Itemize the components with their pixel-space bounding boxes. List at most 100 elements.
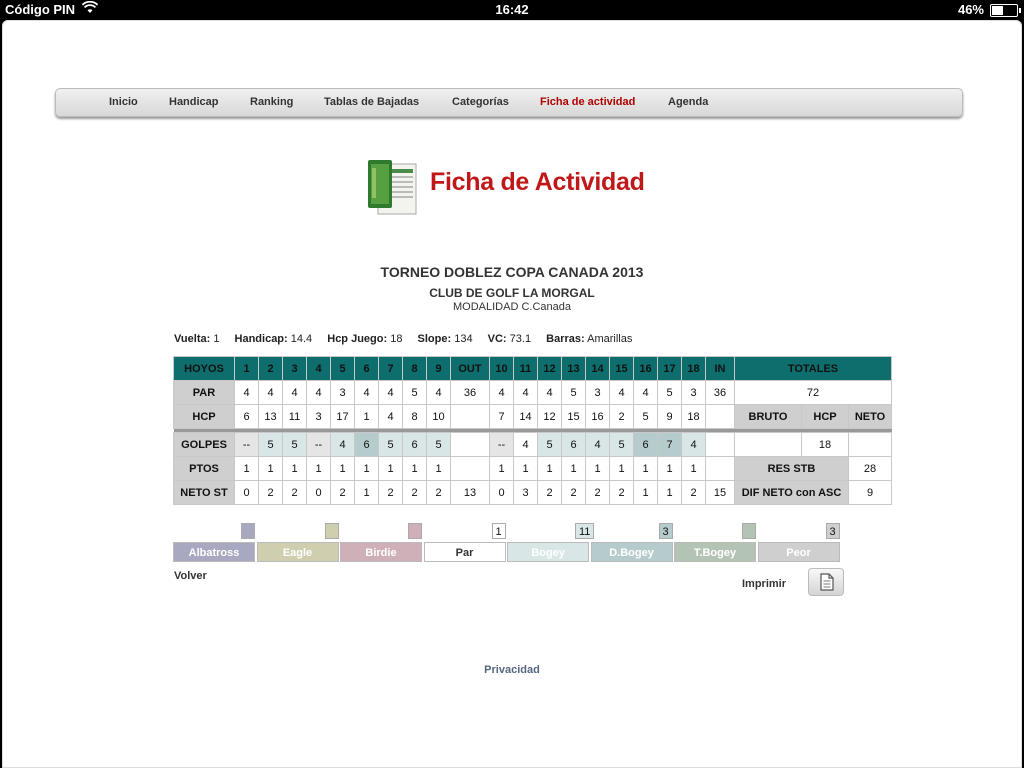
hcp-total-value: 18 [801, 432, 849, 457]
neto-cell: 2 [378, 480, 403, 505]
score-legend: Albatross Eagle Birdie Par 1 Bogey 11 D.Bogey 3 T… [173, 523, 841, 563]
par-cell: 3 [585, 380, 610, 405]
volver-link[interactable]: Volver [174, 570, 207, 582]
par-cell: 5 [657, 380, 682, 405]
golpes-cell: 6 [561, 432, 586, 457]
modalidad: MODALIDAD C.Canada [2, 301, 1022, 313]
legend-tbogey: T.Bogey [674, 542, 756, 562]
ptos-cell: 1 [585, 456, 610, 481]
hole-number: 18 [681, 356, 706, 381]
par-cell: 4 [306, 380, 331, 405]
nav-item-tablas-de-bajadas[interactable]: Tablas de Bajadas [324, 96, 419, 108]
golpes-cell: 6 [633, 432, 658, 457]
ptos-cell: 1 [306, 456, 331, 481]
golpes-cell: 4 [513, 432, 538, 457]
hcp-cell: 6 [234, 404, 259, 429]
hcp-total-label: HCP [801, 404, 849, 429]
bruto-label: BRUTO [734, 404, 802, 429]
nav-item-ficha-de-actividad[interactable]: Ficha de actividad [540, 96, 635, 108]
ptos-cell: 1 [609, 456, 634, 481]
nav-item-ranking[interactable]: Ranking [250, 96, 293, 108]
neto-cell: 1 [633, 480, 658, 505]
vc-label: VC: [487, 333, 507, 345]
scorecard-table: HOYOS 1 2 3 4 5 6 7 8 9 OUT 10 11 12 13 14 15 16 17 18 IN TOT… [173, 356, 892, 505]
hcp-juego-value: 18 [390, 333, 403, 345]
legend-count: 3 [825, 523, 840, 539]
golpes-cell: 5 [282, 432, 307, 457]
battery-icon [990, 4, 1021, 17]
neto-cell: 2 [282, 480, 307, 505]
hcp-cell: 11 [282, 404, 307, 429]
nav-item-inicio[interactable]: Inicio [109, 96, 138, 108]
par-cell: 4 [537, 380, 562, 405]
hcp-cell: 15 [561, 404, 586, 429]
neto-in: 15 [705, 480, 735, 505]
par-label: PAR [173, 380, 235, 405]
hcp-cell: 1 [354, 404, 379, 429]
neto-out: 13 [450, 480, 490, 505]
legend-bogey: Bogey [507, 542, 589, 562]
par-cell: 4 [258, 380, 283, 405]
ptos-out-empty [450, 456, 490, 481]
legend-peor: Peor [757, 542, 840, 562]
ptos-cell: 1 [681, 456, 706, 481]
neto-value [848, 432, 892, 457]
privacidad-link[interactable]: Privacidad [2, 664, 1022, 676]
res-stb-value: 28 [848, 456, 892, 481]
legend-count: 3 [658, 523, 673, 539]
legend-birdie: Birdie [340, 542, 422, 562]
legend-marker [742, 523, 756, 539]
golpes-label: GOLPES [173, 432, 235, 457]
nav-item-categorias[interactable]: Categorías [452, 96, 509, 108]
par-out: 36 [450, 380, 490, 405]
legend-marker [324, 523, 339, 539]
hcp-out-empty [450, 404, 490, 429]
hcp-cell: 14 [513, 404, 538, 429]
vc-value: 73.1 [509, 333, 532, 345]
ptos-cell: 1 [354, 456, 379, 481]
slope-value: 134 [454, 333, 473, 345]
handicap-value: 14.4 [290, 333, 313, 345]
hcp-cell: 17 [330, 404, 355, 429]
ptos-cell: 1 [234, 456, 259, 481]
hole-number: 15 [609, 356, 634, 381]
vuelta-label: Vuelta: [174, 333, 211, 345]
hcp-cell: 8 [402, 404, 427, 429]
hcp-cell: 16 [585, 404, 610, 429]
golpes-cell: 4 [681, 432, 706, 457]
totales-label: TOTALES [734, 356, 892, 381]
par-cell: 4 [234, 380, 259, 405]
par-cell: 4 [513, 380, 538, 405]
res-stb-label: RES STB [734, 456, 849, 481]
legend-eagle: Eagle [256, 542, 339, 562]
golpes-row: GOLPES -- 5 5 -- 4 6 5 6 5 -- 4 5 6 4 5 6 7 4 18 [173, 432, 892, 457]
neto-cell: 0 [234, 480, 259, 505]
ptos-label: PTOS [173, 456, 235, 481]
legend-marker [408, 523, 422, 539]
golpes-cell: -- [306, 432, 331, 457]
imprimir-label: Imprimir [742, 578, 787, 590]
neto-cell: 2 [330, 480, 355, 505]
ptos-cell: 1 [489, 456, 514, 481]
par-total: 72 [734, 380, 892, 405]
ptos-cell: 1 [378, 456, 403, 481]
clock: 16:42 [495, 2, 529, 17]
print-document-icon [820, 573, 834, 591]
hcp-cell: 7 [489, 404, 514, 429]
hole-number: 9 [426, 356, 451, 381]
par-cell: 4 [633, 380, 658, 405]
nav-item-agenda[interactable]: Agenda [668, 96, 708, 108]
hcp-cell: 5 [633, 404, 658, 429]
par-cell: 3 [330, 380, 355, 405]
hcp-cell: 13 [258, 404, 283, 429]
hcp-label: HCP [173, 404, 235, 429]
dif-neto-label: DIF NETO con ASC [734, 480, 849, 505]
print-button[interactable] [808, 568, 844, 596]
nav-item-handicap[interactable]: Handicap [169, 96, 219, 108]
page-header: Ficha de Actividad [366, 158, 666, 220]
golpes-cell: 5 [258, 432, 283, 457]
scorecard-document-icon [368, 160, 417, 215]
hole-number: 6 [354, 356, 379, 381]
hcp-in-empty [705, 404, 735, 429]
legend-count: 11 [575, 523, 595, 539]
